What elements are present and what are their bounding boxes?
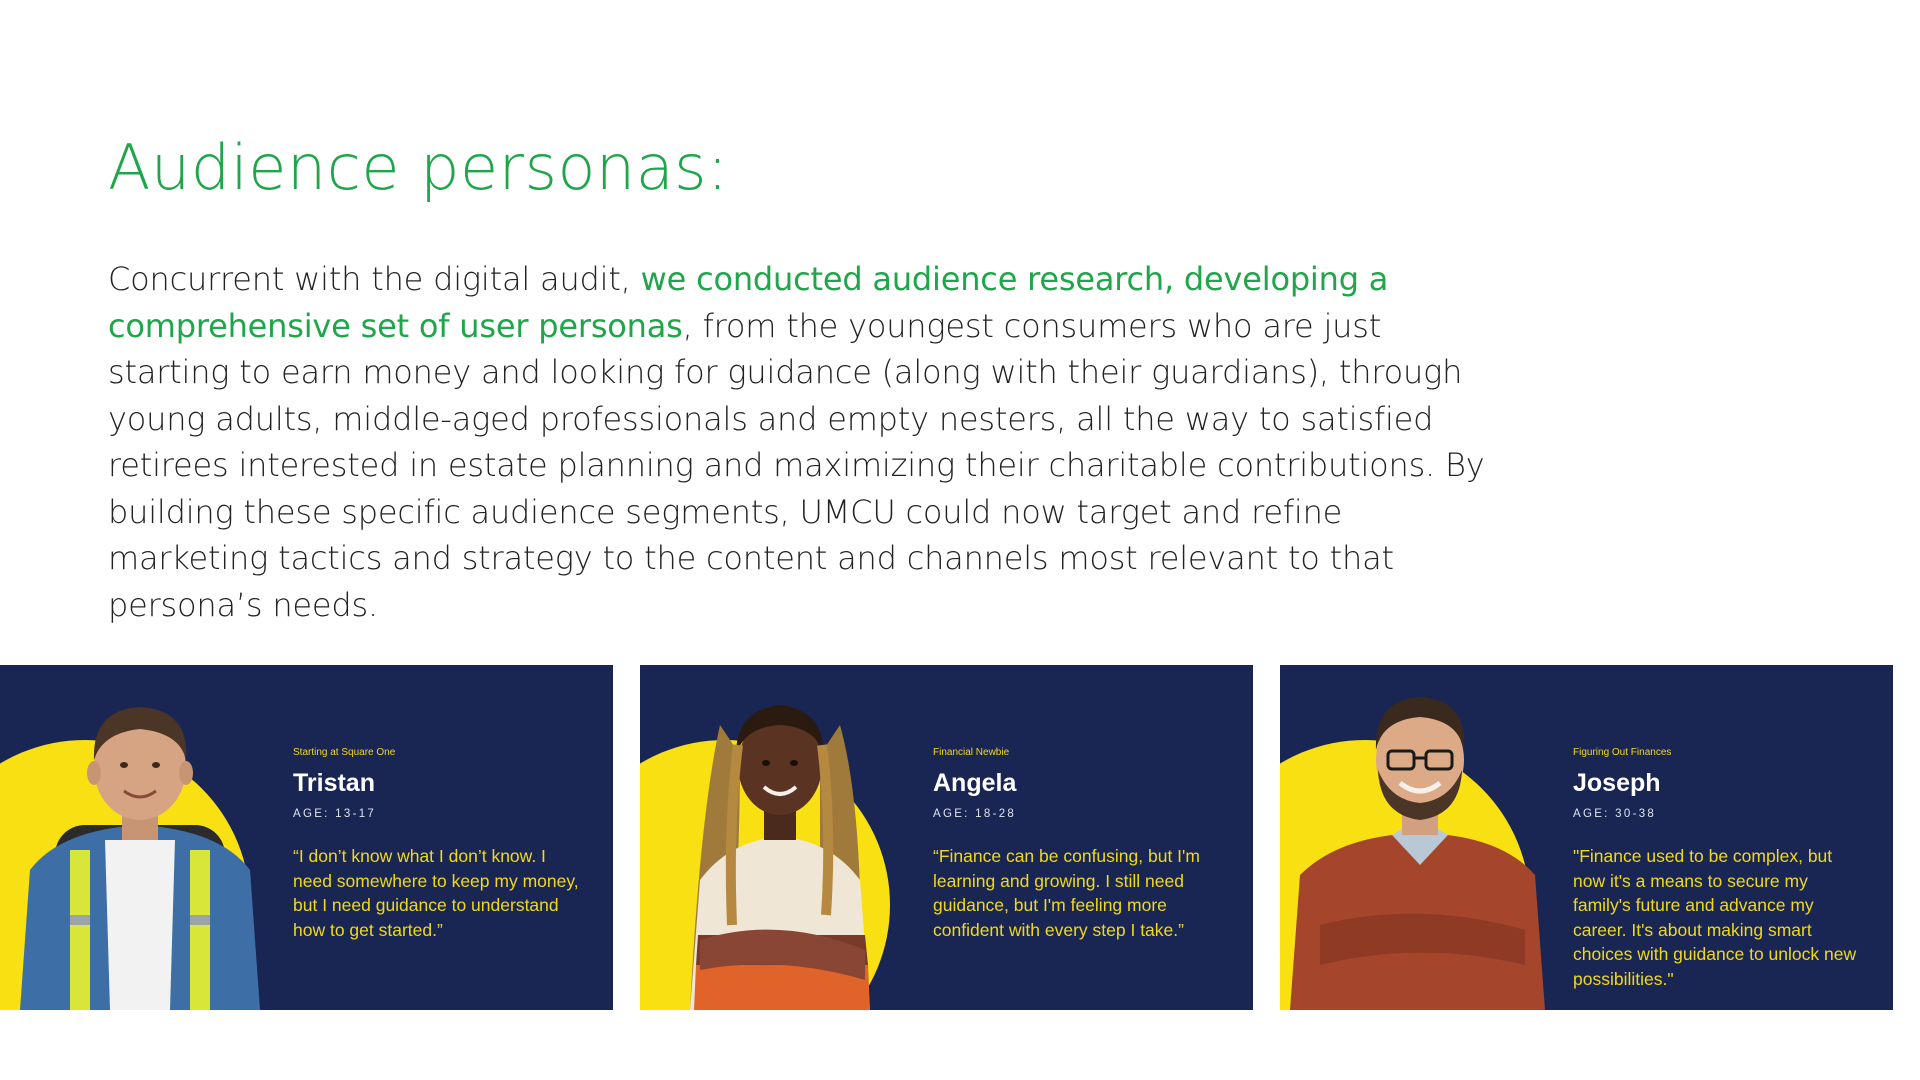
persona-quote: “I don’t know what I don’t know. I need … [293,846,579,940]
persona-text: Starting at Square One Tristan AGE: 13-1… [293,747,588,942]
persona-card-joseph: Figuring Out Finances Joseph AGE: 30-38 … [1280,665,1893,1010]
persona-tagline: Starting at Square One [293,747,396,758]
persona-text: Figuring Out Finances Joseph AGE: 30-38 … [1573,747,1868,992]
persona-name: Joseph [1573,769,1661,797]
persona-text: Financial Newbie Angela AGE: 18-28 “Fina… [933,747,1228,942]
persona-tagline: Figuring Out Finances [1573,747,1672,758]
young-woman-photo [640,665,930,1010]
persona-name: Angela [933,769,1017,797]
persona-card-angela: Financial Newbie Angela AGE: 18-28 “Fina… [640,665,1253,1010]
page-title: Audience personas: [108,131,729,204]
intro-paragraph: Concurrent with the digital audit, we co… [108,256,1488,628]
teen-boy-photo [0,665,290,1010]
persona-age: AGE: 18-28 [933,808,1017,820]
man-glasses-photo [1280,665,1570,1010]
persona-name: Tristan [293,769,375,797]
persona-card-tristan: Starting at Square One Tristan AGE: 13-1… [0,665,613,1010]
intro-text-start: Concurrent with the digital audit, [108,260,641,298]
persona-age: AGE: 13-17 [293,808,377,820]
persona-tagline: Financial Newbie [933,747,1010,758]
persona-quote: “Finance can be confusing, but I'm learn… [933,846,1200,940]
persona-age: AGE: 30-38 [1573,808,1657,820]
persona-quote: "Finance used to be complex, but now it'… [1573,846,1857,989]
intro-text-end: , from the youngest consumers who are ju… [108,306,1485,624]
